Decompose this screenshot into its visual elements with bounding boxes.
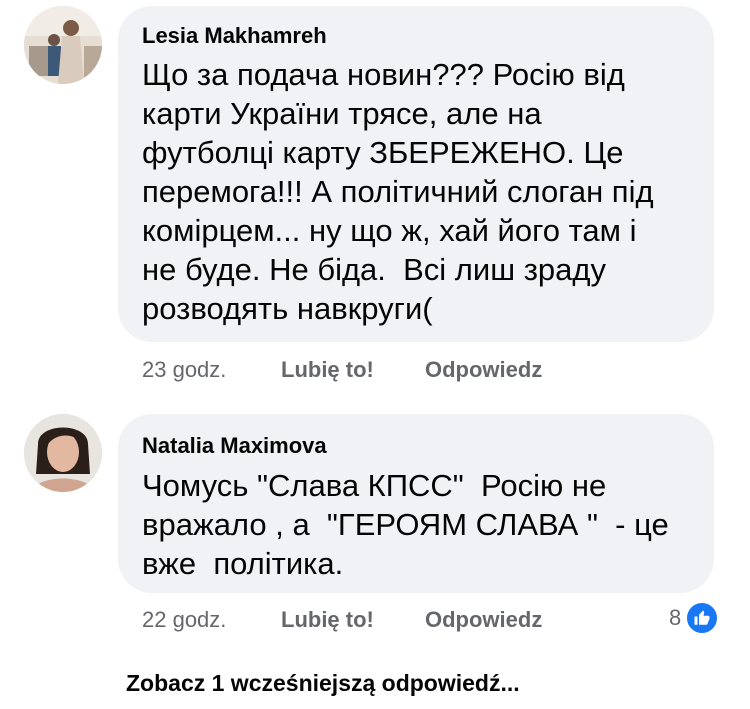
comment-author[interactable]: Natalia Maximova [142, 433, 327, 459]
like-button[interactable]: Lubię to! [281, 607, 374, 632]
comment-author[interactable]: Lesia Makhamreh [142, 23, 327, 49]
comment-actions: Odpowiedz [425, 607, 542, 633]
comment-text-line: не буде. Не біда. Всі лиш зраду [142, 252, 606, 287]
comment-meta: 23 godz. [142, 357, 226, 383]
comment-actions: Lubię to! [281, 357, 374, 383]
comment-text-line: перемога!!! А політичний слоган під [142, 174, 654, 209]
comment-text-line: розводять навкруги( [142, 291, 433, 326]
comment-text-line: комірцем... ну що ж, хай його там і [142, 213, 637, 248]
comment-text: Чомусь "Слава КПСС" Росію не вражало , а… [142, 466, 669, 583]
comment-timestamp[interactable]: 23 godz. [142, 357, 226, 382]
reply-button[interactable]: Odpowiedz [425, 357, 542, 382]
thumbs-up-icon [685, 601, 720, 635]
comment-actions: Lubię to! [281, 607, 374, 633]
comment-text-line: вже політика. [142, 546, 344, 581]
avatar[interactable] [24, 414, 102, 492]
reply-button[interactable]: Odpowiedz [425, 607, 542, 632]
comment-text: Що за подача новин??? Росію від карти Ук… [142, 55, 654, 328]
comment-text-line: карти України трясе, але на [142, 96, 542, 131]
comment-text-line: Чомусь "Слава КПСС" Росію не [142, 468, 607, 503]
comment-text-line: футболці карту ЗБЕРЕЖЕНО. Це [142, 135, 624, 170]
comment-meta: 22 godz. [142, 607, 226, 633]
avatar[interactable] [24, 6, 102, 84]
comment-timestamp[interactable]: 22 godz. [142, 607, 226, 632]
comment-actions: Odpowiedz [425, 357, 542, 383]
like-button[interactable]: Lubię to! [281, 357, 374, 382]
comment-text-line: Що за подача новин??? Росію від [142, 57, 625, 92]
comment-text-line: вражало , а "ГЕРОЯМ СЛАВА " - це [142, 507, 669, 542]
avatar-photo [24, 6, 102, 84]
reaction-count: 8 [669, 605, 682, 630]
view-more-replies-link[interactable]: Zobacz 1 wcześniejszą odpowiedź... [126, 670, 520, 697]
reaction-summary[interactable]: 8 [669, 601, 720, 635]
avatar-photo [24, 414, 102, 492]
